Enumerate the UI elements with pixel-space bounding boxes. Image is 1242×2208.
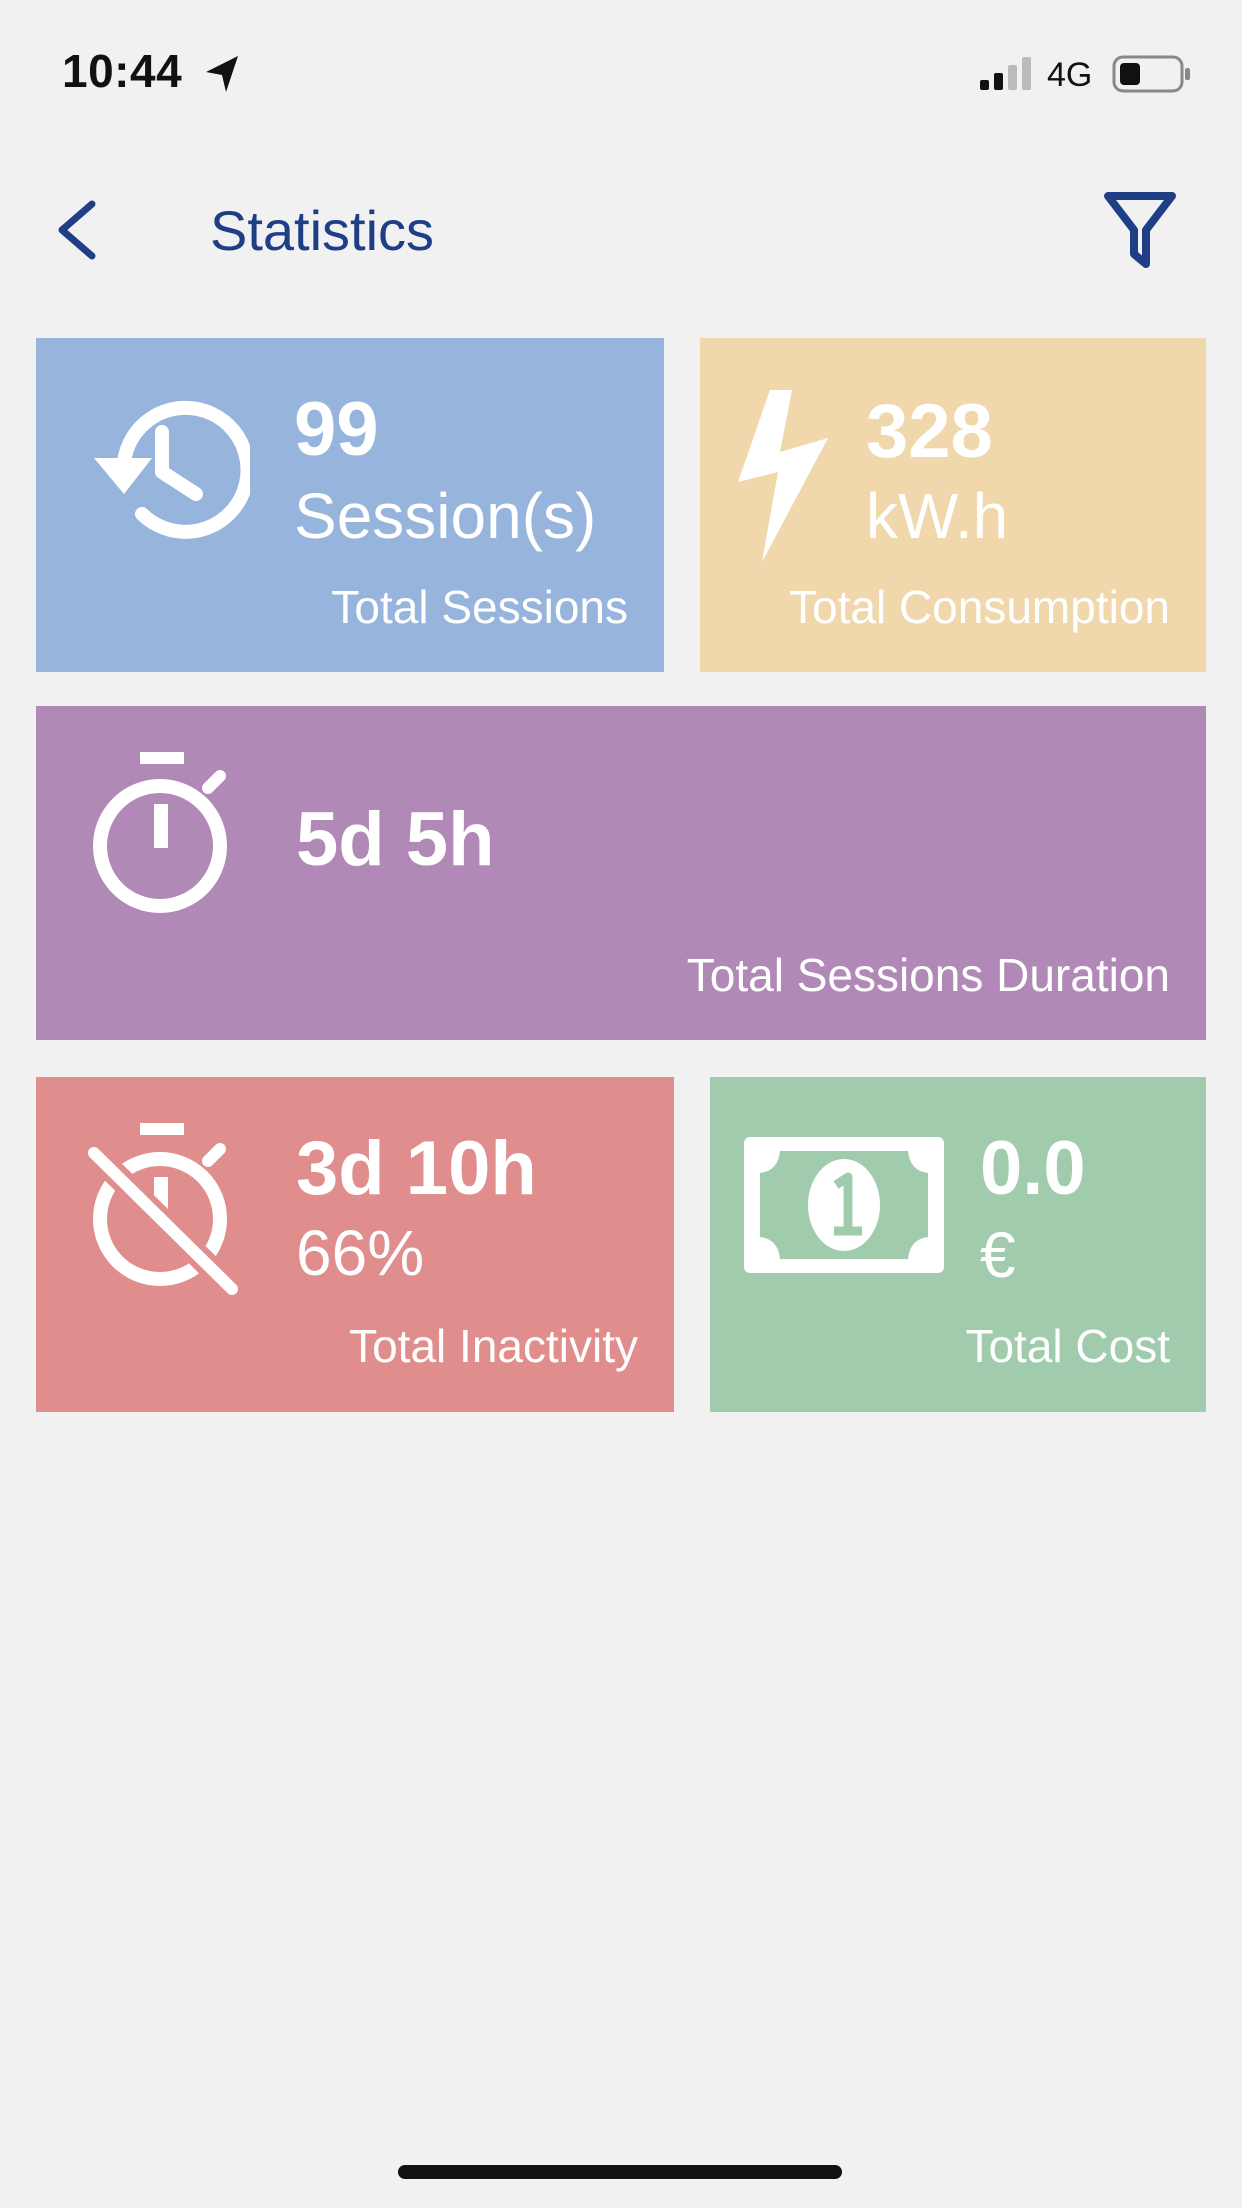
history-icon <box>94 400 250 539</box>
cost-label: Total Cost <box>965 1320 1170 1372</box>
stat-tile-consumption: 328 kW.h Total Consumption <box>700 338 1206 672</box>
battery-icon <box>1112 55 1190 93</box>
stat-tile-inactivity: 3d 10h 66% Total Inactivity <box>36 1077 674 1412</box>
lightning-bolt-icon <box>738 390 828 562</box>
banknote-icon <box>744 1137 944 1273</box>
consumption-value: 328 <box>866 389 993 474</box>
sessions-unit: Session(s) <box>294 480 597 552</box>
consumption-label: Total Consumption <box>789 581 1170 633</box>
back-button[interactable] <box>40 190 110 270</box>
stat-tile-sessions: 99 Session(s) Total Sessions <box>36 338 664 672</box>
filter-button[interactable] <box>1100 184 1180 274</box>
signal-icon <box>980 57 1031 90</box>
status-time: 10:44 <box>62 45 183 97</box>
sessions-value: 99 <box>294 387 379 472</box>
network-type: 4G <box>1047 56 1093 94</box>
stopwatch-icon <box>93 752 227 913</box>
inactivity-label: Total Inactivity <box>349 1320 638 1372</box>
home-indicator[interactable] <box>398 2165 842 2179</box>
duration-value: 5d 5h <box>296 797 495 882</box>
location-arrow-icon <box>206 56 238 92</box>
cost-value: 0.0 <box>980 1126 1086 1211</box>
stat-tile-cost: 0.0 € Total Cost <box>710 1077 1206 1412</box>
navigation-bar: Statistics <box>0 170 1242 290</box>
page-title: Statistics <box>210 199 435 262</box>
duration-label: Total Sessions Duration <box>686 949 1170 1001</box>
consumption-unit: kW.h <box>866 480 1009 552</box>
stopwatch-slash-icon <box>85 1123 241 1295</box>
cost-currency: € <box>980 1219 1016 1291</box>
sessions-label: Total Sessions <box>331 581 628 633</box>
inactivity-percent: 66% <box>296 1217 425 1289</box>
stat-tile-duration: 5d 5h Total Sessions Duration <box>36 706 1206 1040</box>
inactivity-value: 3d 10h <box>296 1126 537 1211</box>
status-bar: 10:44 4G <box>0 0 1242 140</box>
